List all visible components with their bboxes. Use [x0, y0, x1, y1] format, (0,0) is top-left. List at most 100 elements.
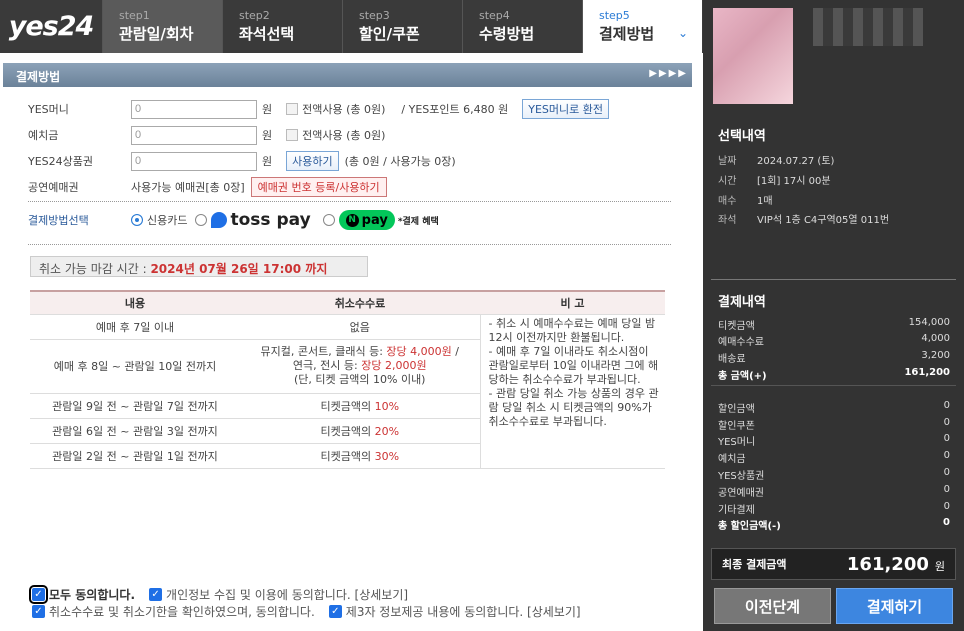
step-label: 할인/쿠폰: [359, 25, 420, 43]
step-3-tab[interactable]: step3 할인/쿠폰: [342, 0, 462, 53]
discount-value: 0: [943, 501, 950, 512]
step-4-tab[interactable]: step4 수령방법: [462, 0, 582, 53]
step-number: step1: [119, 9, 150, 22]
npay-logo: Npay: [338, 210, 395, 230]
fee-amount: 장당 2,000원: [361, 359, 427, 372]
yesmoney-row: YES머니 원 전액사용 (총 0원) / YES포인트 6,480 원 YES…: [28, 99, 615, 119]
discount-key: 총 할인금액(-): [718, 521, 781, 532]
discount-line: 기타결제 0: [718, 501, 950, 516]
voucher-label: 공연예매권: [28, 181, 79, 194]
discount-value: 0: [943, 417, 950, 428]
cancel-deadline: 취소 가능 마감 시간 : 2024년 07월 26일 17:00 까지: [30, 256, 368, 277]
previous-step-button[interactable]: 이전단계: [714, 588, 831, 624]
deposit-label: 예치금: [28, 129, 59, 142]
arrows-icon: ▶▶▶▶: [649, 68, 688, 79]
step-label: 관람일/회차: [119, 25, 194, 43]
section-title: 결제방법: [16, 70, 61, 84]
agree-all-label[interactable]: 모두 동의합니다.: [49, 586, 135, 603]
discount-key: 공연예매권: [718, 488, 764, 499]
deposit-all-checkbox[interactable]: [286, 129, 299, 141]
privacy-checkbox[interactable]: ✓: [149, 588, 163, 601]
payment-benefit-link[interactable]: *결제 혜택: [398, 214, 439, 227]
condition-cell: 관람일 9일 전 ~ 관람일 7일 전까지: [30, 393, 240, 419]
cancel-fee-table: 내용 취소수수료 비 고 예매 후 7일 이내 없음 - 취소 시 예매수수료는…: [30, 290, 665, 469]
summary-value: 2024.07.27 (토): [757, 156, 835, 167]
fee-text: /: [451, 345, 459, 358]
summary-row: 좌석 VIP석 1층 C4구역05열 011번: [718, 211, 889, 226]
discount-line: 할인금액 0: [718, 400, 950, 415]
payment-method-row: 결제방법선택 신용카드 toss pay Npay *결제 혜택: [28, 208, 439, 232]
convert-yesmoney-button[interactable]: YES머니로 환전: [522, 99, 609, 119]
price-line: 배송료 3,200: [718, 350, 950, 365]
divider: [28, 244, 671, 245]
fee-cell: 뮤지컬, 콘서트, 클래식 등: 장당 4,000원 / 연극, 전시 등: 장당…: [240, 339, 480, 394]
condition-cell: 예매 후 8일 ~ 관람일 10일 전까지: [30, 339, 240, 394]
deposit-row: 예치금 원 전액사용 (총 0원): [28, 125, 385, 145]
fee-text: 연극, 전시 등:: [292, 359, 362, 372]
table-row: 예매 후 7일 이내 없음 - 취소 시 예매수수료는 예매 당일 밤 12시 …: [30, 314, 665, 469]
credit-card-radio[interactable]: [131, 214, 143, 226]
summary-key: 좌석: [718, 215, 737, 226]
discount-value: 0: [943, 433, 950, 444]
yes24-logo[interactable]: yes24: [0, 0, 102, 53]
cancel-fee-checkbox[interactable]: ✓: [32, 605, 45, 618]
final-amount-label: 최종 결제금액: [722, 558, 787, 571]
step-1-tab[interactable]: step1 관람일/회차: [102, 0, 222, 53]
divider: [711, 279, 956, 280]
fee-percent: 10%: [374, 399, 400, 413]
third-party-checkbox[interactable]: ✓: [328, 605, 342, 618]
agree-all-checkbox[interactable]: ✓: [29, 585, 48, 604]
npay-radio[interactable]: [322, 214, 335, 226]
summary-value: VIP석 1층 C4구역05열 011번: [757, 215, 890, 226]
condition-cell: 관람일 2일 전 ~ 관람일 1일 전까지: [30, 443, 240, 469]
fee-percent: 30%: [374, 449, 400, 463]
yesmoney-all-label: 전액사용 (총 0원): [302, 103, 386, 116]
step-navigation: yes24 step1 관람일/회차 step2 좌석선택 step3 할인/쿠폰 s…: [0, 0, 703, 53]
performance-title-blurred: [813, 8, 923, 46]
divider: [28, 201, 671, 202]
summary-value: 1매: [757, 196, 773, 207]
step-2-tab[interactable]: step2 좌석선택: [222, 0, 342, 53]
performance-poster: [713, 8, 793, 104]
discount-key: 예치금: [718, 454, 746, 465]
naver-n-icon: N: [345, 213, 359, 227]
price-title: 결제내역: [718, 295, 766, 310]
discount-key: 할인금액: [718, 404, 755, 415]
price-key: 티켓금액: [718, 321, 755, 332]
deposit-all-label: 전액사용 (총 0원): [302, 129, 386, 142]
tosspay-radio[interactable]: [195, 214, 208, 226]
divider: [711, 385, 956, 386]
unit: 원: [262, 103, 273, 116]
discount-key: YES머니: [718, 437, 756, 448]
discount-value: 0: [943, 467, 950, 478]
third-party-label[interactable]: 제3자 정보제공 내용에 동의합니다. [상세보기]: [346, 603, 581, 620]
pay-button[interactable]: 결제하기: [836, 588, 953, 624]
price-key: 배송료: [718, 354, 746, 365]
yesmoney-input[interactable]: [131, 99, 257, 119]
discount-value: 0: [943, 400, 950, 411]
price-value: 3,200: [921, 350, 950, 361]
yesmoney-all-checkbox[interactable]: [286, 103, 299, 115]
giftcard-row: YES24상품권 원 사용하기 (총 0원 / 사용가능 0장): [28, 151, 456, 171]
agree-row-1: ✓ 모두 동의합니다. ✓ 개인정보 수집 및 이용에 동의합니다. [상세보기…: [29, 585, 408, 604]
voucher-register-button[interactable]: 예매권 번호 등록/사용하기: [250, 177, 387, 197]
discount-value: 0: [943, 484, 950, 495]
discount-value: 0: [943, 450, 950, 461]
fee-text: 뮤지컬, 콘서트, 클래식 등:: [260, 345, 387, 358]
giftcard-input[interactable]: [131, 151, 257, 171]
giftcard-label: YES24상품권: [28, 155, 94, 168]
cancel-fee-label[interactable]: 취소수수료 및 취소기한을 확인하였으며, 동의합니다.: [49, 603, 315, 620]
note-cell: - 취소 시 예매수수료는 예매 당일 밤 12시 이전까지만 환불됩니다. -…: [479, 314, 665, 469]
step-5-tab[interactable]: step5 결제방법 ⌄: [582, 0, 702, 53]
agree-row-2: ✓ 취소수수료 및 취소기한을 확인하였으며, 동의합니다. ✓ 제3자 정보제…: [32, 603, 581, 620]
summary-key: 매수: [718, 196, 737, 207]
npay-label: pay: [361, 212, 388, 228]
order-summary-sidebar: 선택내역 날짜 2024.07.27 (토) 시간 [1회] 17시 00분 매수 1…: [703, 0, 964, 631]
deposit-input[interactable]: [131, 125, 257, 145]
summary-row: 시간 [1회] 17시 00분: [718, 172, 831, 187]
privacy-label[interactable]: 개인정보 수집 및 이용에 동의합니다. [상세보기]: [166, 586, 408, 603]
step-label: 좌석선택: [239, 25, 295, 43]
giftcard-use-button[interactable]: 사용하기: [286, 151, 339, 171]
step-number: step3: [359, 9, 390, 22]
discount-line: 공연예매권 0: [718, 484, 950, 499]
